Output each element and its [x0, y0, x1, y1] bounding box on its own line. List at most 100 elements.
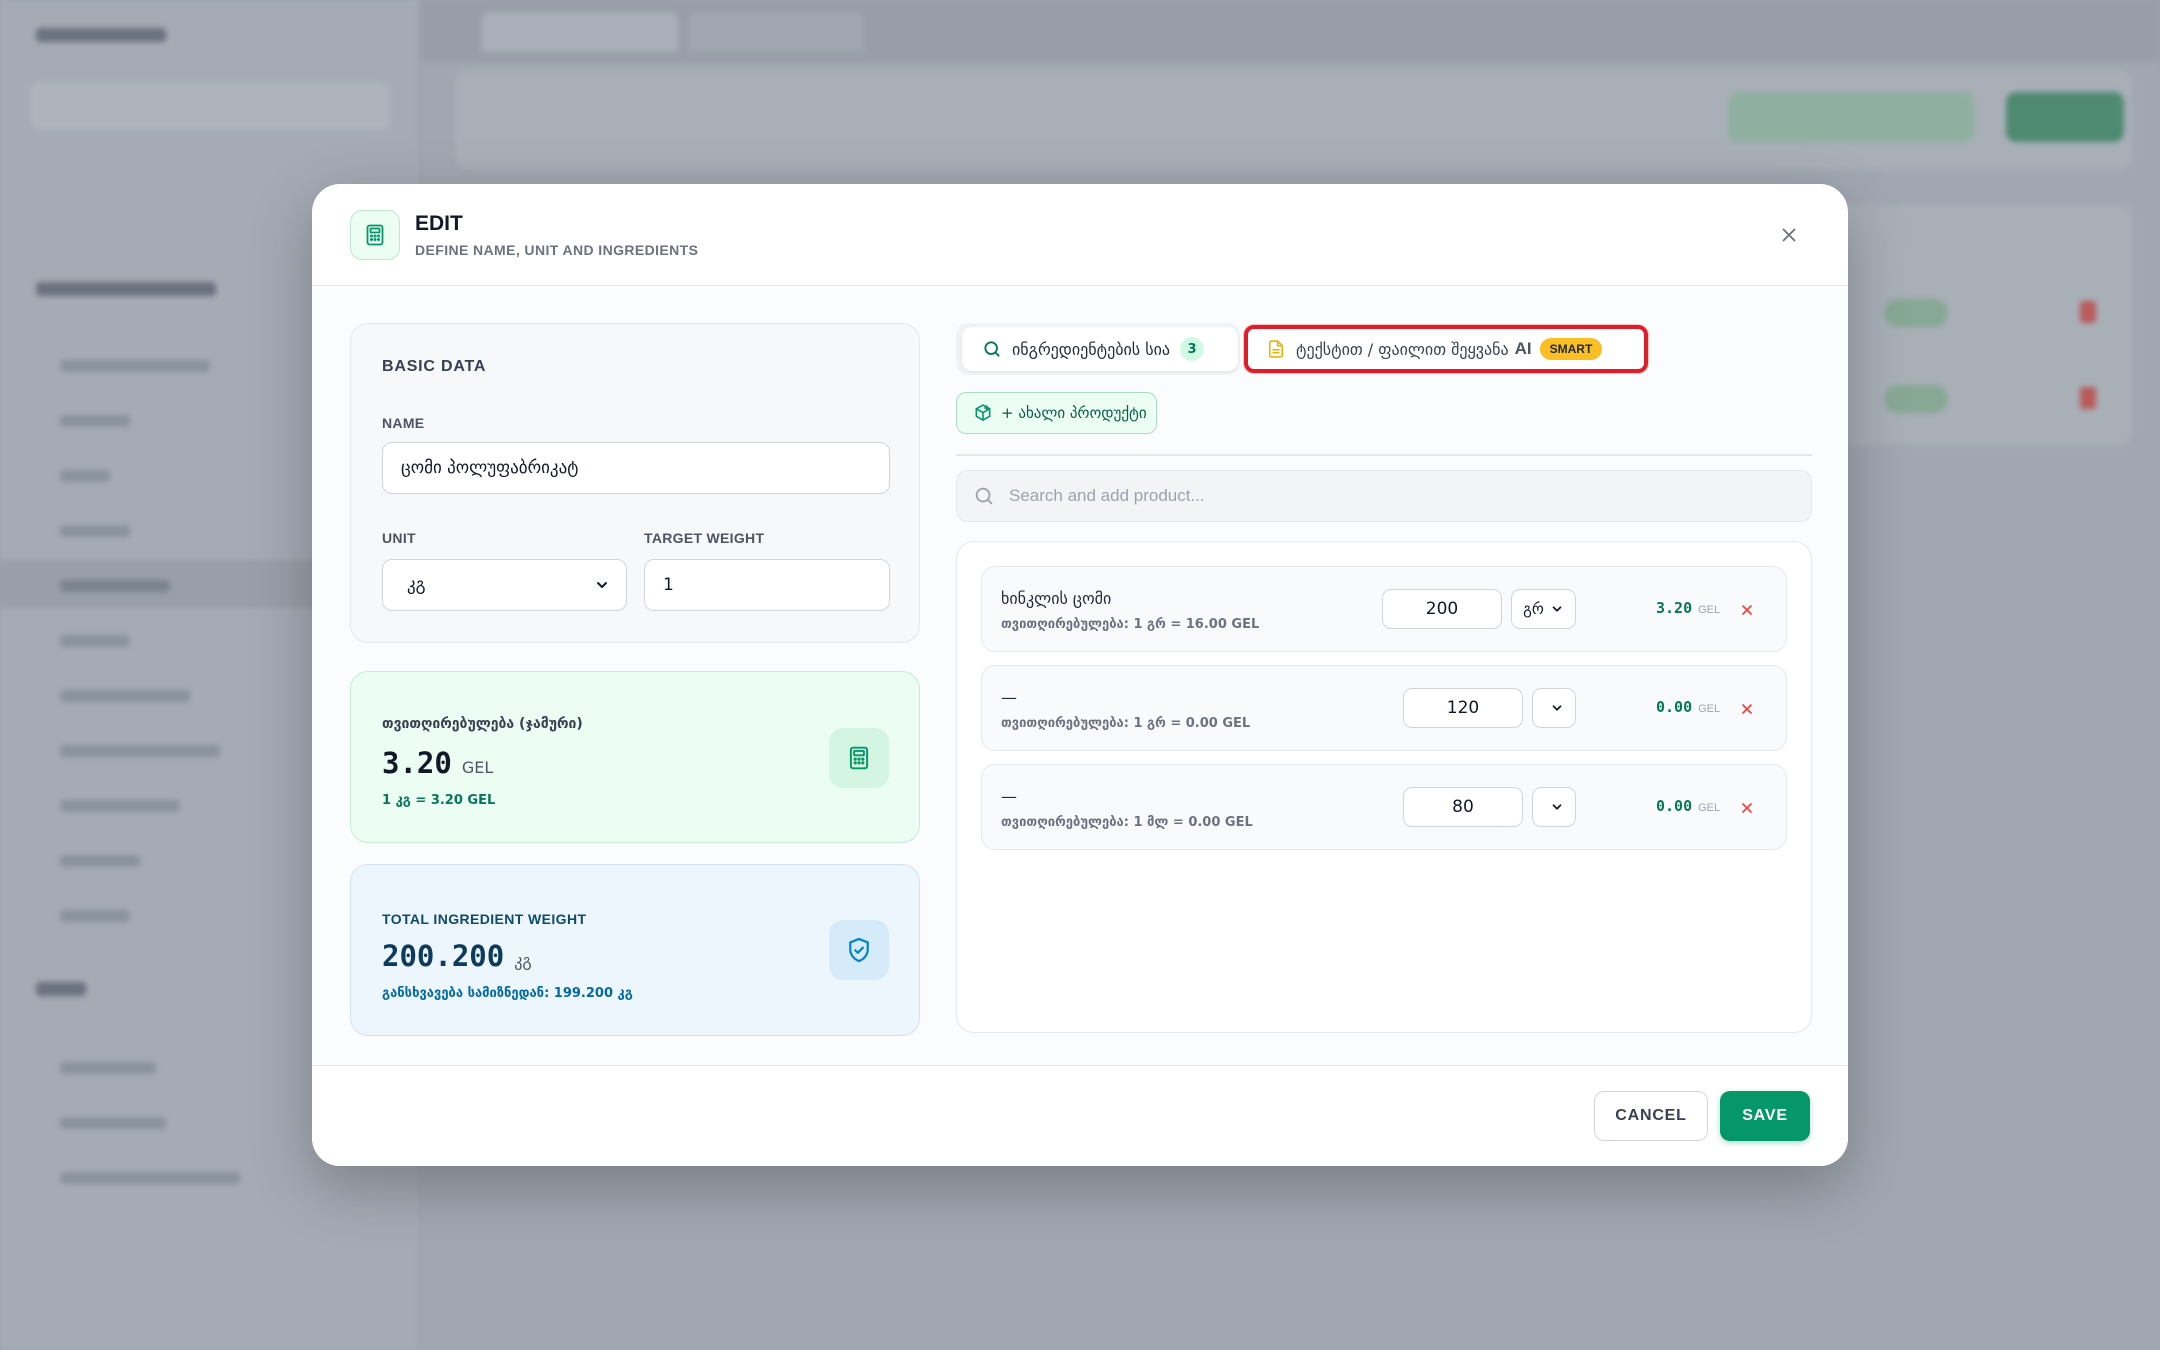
shield-check-icon: [829, 920, 889, 980]
total-weight-label: TOTAL INGREDIENT WEIGHT: [382, 911, 587, 927]
bg-item: [60, 1062, 156, 1074]
ingredient-cost-amount: 0.00: [1656, 698, 1693, 716]
tab-ingredient-list-label: ინგრედიენტების სია: [1012, 339, 1171, 359]
remove-ingredient-button[interactable]: [1736, 698, 1758, 720]
ingredient-cost-currency: GEL: [1698, 802, 1721, 814]
close-icon: [1742, 605, 1752, 615]
remove-ingredient-button[interactable]: [1736, 599, 1758, 621]
bg-delete: [2080, 301, 2096, 323]
close-icon: [1742, 803, 1752, 813]
bg-pill: [1884, 385, 1948, 413]
bg-section: [36, 282, 216, 296]
bg-tab: [482, 12, 678, 52]
bg-item: [60, 690, 190, 702]
name-input[interactable]: [382, 442, 890, 494]
total-cost-card: თვითღირებულება (ჯამური) 3.20 GEL 1 კგ = 3…: [350, 671, 920, 843]
bg-button: [1728, 92, 1974, 142]
close-icon: [1742, 704, 1752, 714]
ingredient-row: — თვითღირებულება: 1 გრ = 0.00 GEL 0.00 GE…: [981, 665, 1787, 751]
product-search: [956, 470, 1812, 522]
product-search-input[interactable]: [1009, 486, 1789, 506]
ingredient-row: — თვითღირებულება: 1 მლ = 0.00 GEL 0.00 GE…: [981, 764, 1787, 850]
bg-tab-strip: [420, 0, 2160, 62]
bg-item: [60, 745, 220, 757]
bg-section: [36, 982, 86, 996]
save-button[interactable]: SAVE: [1720, 1091, 1810, 1141]
bg-section: [36, 28, 166, 42]
bg-item: [60, 470, 110, 482]
edit-modal: EDIT DEFINE NAME, UNIT AND INGREDIENTS B…: [312, 184, 1848, 1166]
modal-body: BASIC DATA NAME UNIT კგ TARGET WEIGHT თვ…: [312, 287, 1848, 1065]
divider: [956, 454, 1812, 456]
total-weight-card: TOTAL INGREDIENT WEIGHT 200.200 კგ განსხვ…: [350, 864, 920, 1036]
ingredient-cost-currency: GEL: [1698, 604, 1721, 616]
basic-data-card: BASIC DATA NAME UNIT კგ TARGET WEIGHT: [350, 323, 920, 643]
ingredient-name: —: [1001, 688, 1017, 707]
target-weight-label: TARGET WEIGHT: [644, 530, 765, 546]
bg-search: [30, 82, 390, 130]
bg-item: [60, 525, 130, 537]
ingredient-count-badge: 3: [1180, 337, 1205, 361]
ingredient-unit-select[interactable]: [1532, 688, 1576, 728]
total-weight-amount: 200.200: [382, 939, 505, 973]
cancel-button[interactable]: CANCEL: [1594, 1091, 1708, 1141]
ingredient-qty-input[interactable]: [1382, 589, 1502, 629]
chevron-down-icon: [1552, 804, 1562, 810]
bg-item: [60, 855, 140, 867]
ingredient-cost-amount: 3.20: [1656, 599, 1693, 617]
bg-item: [60, 635, 130, 647]
ingredient-qty-input[interactable]: [1403, 787, 1523, 827]
new-product-button[interactable]: + ახალი პროდუქტი: [956, 392, 1157, 434]
tab-text-file-input-label: ტექსტით / ფაილით შეყვანა: [1296, 339, 1509, 359]
ingredient-name: ხინკლის ცომი: [1001, 589, 1112, 608]
ingredient-cost-currency: GEL: [1698, 703, 1721, 715]
remove-ingredient-button[interactable]: [1736, 797, 1758, 819]
modal-subtitle: DEFINE NAME, UNIT AND INGREDIENTS: [415, 242, 699, 258]
bg-item: [60, 415, 130, 427]
cost-per-unit-note: 1 კგ = 3.20 GEL: [382, 793, 496, 808]
ingredient-unit-select[interactable]: გრ: [1511, 589, 1576, 629]
ingredient-unit-cost: თვითღირებულება: 1 გრ = 16.00 GEL: [1001, 617, 1260, 632]
chevron-down-icon: [1552, 705, 1562, 711]
bg-button: [2006, 92, 2124, 142]
tab-ingredient-list[interactable]: ინგრედიენტების სია 3: [962, 327, 1238, 371]
bg-item: [60, 580, 170, 592]
bg-pill: [1884, 299, 1948, 327]
ingredient-cost: 3.20 GEL: [1656, 599, 1720, 617]
modal-footer: CANCEL SAVE: [312, 1065, 1848, 1166]
ingredient-unit-cost: თვითღირებულება: 1 გრ = 0.00 GEL: [1001, 716, 1251, 731]
weight-difference-note: განსხვავება სამიზნედან: 199.200 კგ: [382, 986, 633, 1001]
modal-header: EDIT DEFINE NAME, UNIT AND INGREDIENTS: [312, 184, 1848, 286]
new-product-label: + ახალი პროდუქტი: [1001, 404, 1147, 422]
ingredient-list-panel: ხინკლის ცომი თვითღირებულება: 1 გრ = 16.0…: [956, 541, 1812, 1033]
total-weight-unit: კგ: [514, 951, 532, 970]
bg-tab: [688, 12, 864, 52]
basic-data-title: BASIC DATA: [382, 358, 487, 375]
calculator-icon: [350, 210, 400, 260]
calculator-icon: [829, 728, 889, 788]
unit-label: UNIT: [382, 530, 416, 546]
ingredient-row: ხინკლის ცომი თვითღირებულება: 1 გრ = 16.0…: [981, 566, 1787, 652]
total-weight-value: 200.200 კგ: [382, 939, 532, 973]
ingredient-cost: 0.00 GEL: [1656, 698, 1720, 716]
total-cost-amount: 3.20: [382, 746, 452, 780]
bg-item: [60, 800, 180, 812]
search-icon: [975, 487, 993, 505]
ingredient-name: —: [1001, 787, 1017, 806]
ingredient-qty-input[interactable]: [1403, 688, 1523, 728]
ingredient-cost: 0.00 GEL: [1656, 797, 1720, 815]
bg-table: [1820, 205, 2132, 445]
document-icon: [1268, 340, 1284, 358]
bg-item: [60, 1172, 240, 1184]
ingredient-unit-select[interactable]: [1532, 787, 1576, 827]
tab-text-file-input[interactable]: ტექსტით / ფაილით შეყვანა AI SMART: [1244, 325, 1648, 373]
chevron-down-icon: [597, 582, 607, 588]
close-icon[interactable]: [1774, 220, 1804, 250]
unit-select[interactable]: კგ: [382, 559, 627, 611]
unit-select-value: კგ: [407, 575, 426, 595]
ingredient-unit-value: გრ: [1523, 600, 1544, 618]
ingredient-unit-cost: თვითღირებულება: 1 მლ = 0.00 GEL: [1001, 815, 1253, 830]
ingredient-cost-amount: 0.00: [1656, 797, 1693, 815]
target-weight-input[interactable]: [644, 559, 890, 611]
chevron-down-icon: [1552, 606, 1562, 612]
